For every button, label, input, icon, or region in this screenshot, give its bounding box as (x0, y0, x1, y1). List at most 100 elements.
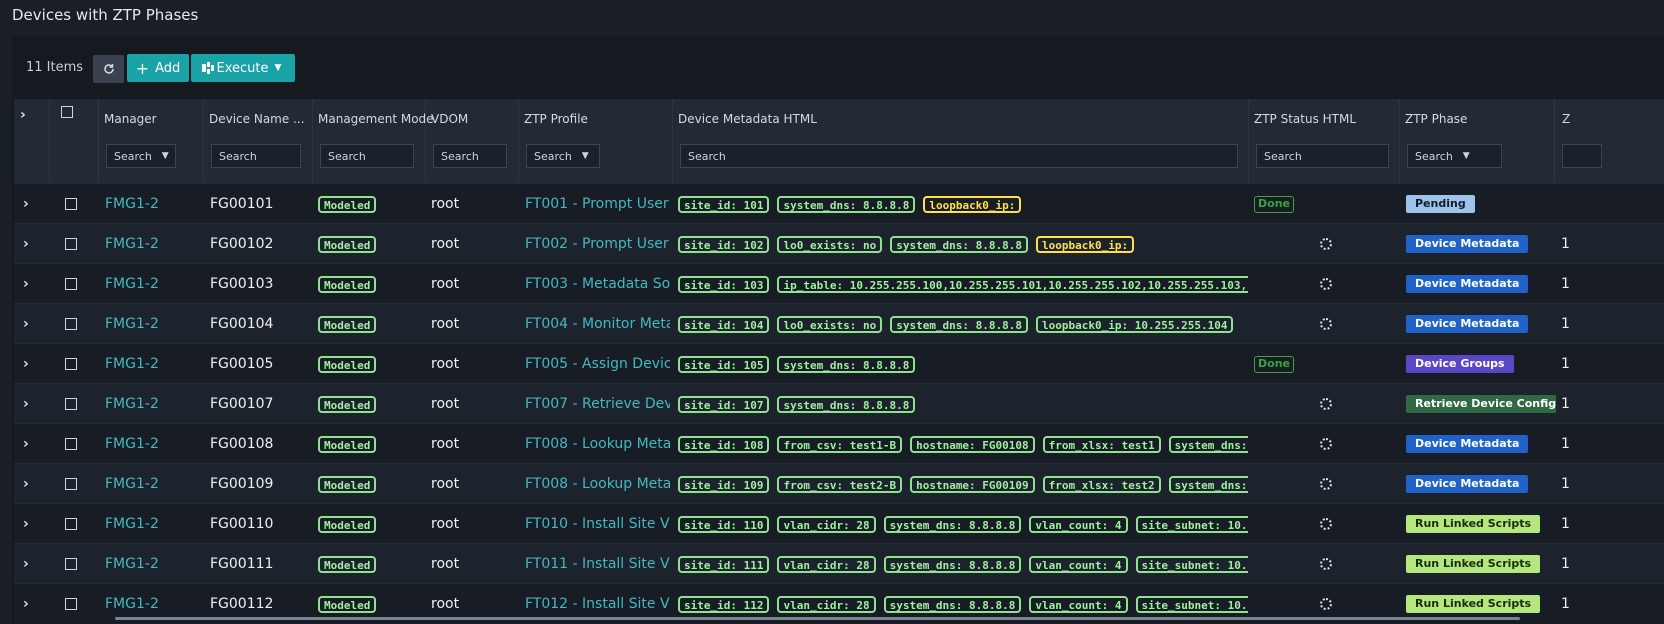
column-search-input[interactable]: Search (211, 144, 301, 168)
row-select[interactable] (65, 504, 85, 544)
vdom-cell: root (431, 464, 511, 504)
row-select[interactable] (65, 224, 85, 264)
execute-button[interactable]: Execute ▼ (191, 54, 295, 82)
row-checkbox[interactable] (65, 238, 77, 250)
row-select[interactable] (65, 264, 85, 304)
add-button[interactable]: + Add (127, 54, 189, 82)
chevron-right-icon: › (23, 236, 29, 252)
row-checkbox[interactable] (65, 518, 77, 530)
device-name-cell: FG00108 (210, 424, 310, 464)
ztp-profile-link[interactable]: FT003 - Metadata Source (525, 276, 670, 292)
row-expand-toggle[interactable]: › (23, 344, 43, 384)
row-checkbox[interactable] (65, 358, 77, 370)
table-row[interactable]: › FMG1-2 FG00103 Modeled root FT003 - Metadat… (14, 263, 1664, 304)
row-expand-toggle[interactable]: › (23, 264, 43, 304)
chevron-right-icon[interactable]: › (20, 107, 26, 123)
ztp-profile-link[interactable]: FT002 - Prompt User for (525, 236, 670, 252)
row-checkbox[interactable] (65, 558, 77, 570)
ztp-profile-link[interactable]: FT012 - Install Site VLAN (525, 596, 670, 612)
column-search-input[interactable]: Search (320, 144, 414, 168)
manager-link[interactable]: FMG1-2 (105, 516, 159, 532)
ztp-profile-link[interactable]: FT011 - Install Site VLAN (525, 556, 670, 572)
column-label[interactable]: Manager (104, 112, 157, 126)
table-row[interactable]: › FMG1-2 FG00111 Modeled root FT011 - Install… (14, 543, 1664, 584)
column-label[interactable]: Device Metadata HTML (678, 112, 817, 126)
row-checkbox[interactable] (65, 598, 77, 610)
column-header-4: ZTP Profile Search ▼ (518, 99, 673, 183)
row-checkbox[interactable] (65, 278, 77, 290)
column-filter-dropdown[interactable]: Search ▼ (106, 144, 176, 168)
ztp-profile-link[interactable]: FT005 - Assign Device to (525, 356, 670, 372)
manager-link[interactable]: FMG1-2 (105, 276, 159, 292)
column-search-input[interactable]: Search (680, 144, 1238, 168)
column-filter-dropdown[interactable]: Search ▼ (526, 144, 600, 168)
table-row[interactable]: › FMG1-2 FG00110 Modeled root FT010 - Install… (14, 503, 1664, 544)
manager-link[interactable]: FMG1-2 (105, 196, 159, 212)
table-row[interactable]: › FMG1-2 FG00102 Modeled root FT002 - Prompt … (14, 223, 1664, 264)
row-select[interactable] (65, 424, 85, 464)
ztp-profile-link[interactable]: FT008 - Lookup Metadat (525, 436, 670, 452)
row-expand-toggle[interactable]: › (23, 544, 43, 584)
row-select[interactable] (65, 384, 85, 424)
column-label[interactable]: Device Name ... (209, 112, 305, 126)
table-row[interactable]: › FMG1-2 FG00109 Modeled root FT008 - Lookup … (14, 463, 1664, 504)
manager-link[interactable]: FMG1-2 (105, 236, 159, 252)
next-column-value: 1 (1561, 556, 1570, 572)
column-label[interactable]: Z (1562, 112, 1570, 126)
manager-link[interactable]: FMG1-2 (105, 436, 159, 452)
column-label[interactable]: Management Mode (318, 112, 434, 126)
table-row[interactable]: › FMG1-2 FG00107 Modeled root FT007 - Retriev… (14, 383, 1664, 424)
row-select[interactable] (65, 584, 85, 624)
ztp-profile-link[interactable]: FT001 - Prompt User for (525, 196, 670, 212)
row-checkbox[interactable] (65, 478, 77, 490)
refresh-button[interactable] (93, 55, 124, 83)
row-expand-toggle[interactable]: › (23, 384, 43, 424)
ztp-profile-link[interactable]: FT004 - Monitor Metafie (525, 316, 670, 332)
row-expand-toggle[interactable]: › (23, 224, 43, 264)
horizontal-scrollbar[interactable] (115, 617, 1520, 620)
row-checkbox[interactable] (65, 398, 77, 410)
row-expand-toggle[interactable]: › (23, 304, 43, 344)
row-select[interactable] (65, 304, 85, 344)
row-expand-toggle[interactable]: › (23, 184, 43, 224)
row-select[interactable] (65, 544, 85, 584)
ztp-profile-link[interactable]: FT010 - Install Site VLAN (525, 516, 670, 532)
column-label[interactable]: ZTP Status HTML (1254, 112, 1356, 126)
ztp-profile-cell: FT002 - Prompt User for (525, 224, 670, 264)
manager-link[interactable]: FMG1-2 (105, 396, 159, 412)
row-expand-toggle[interactable]: › (23, 464, 43, 504)
ztp-phase-badge: Device Metadata (1406, 315, 1529, 333)
table-row[interactable]: › FMG1-2 FG00104 Modeled root FT004 - Monitor… (14, 303, 1664, 344)
row-checkbox[interactable] (65, 438, 77, 450)
row-checkbox[interactable] (65, 318, 77, 330)
manager-link[interactable]: FMG1-2 (105, 316, 159, 332)
row-select[interactable] (65, 344, 85, 384)
row-select[interactable] (65, 464, 85, 504)
row-expand-toggle[interactable]: › (23, 424, 43, 464)
chevron-right-icon: › (23, 276, 29, 292)
column-filter-dropdown[interactable]: Search ▼ (1407, 144, 1502, 168)
row-checkbox[interactable] (65, 198, 77, 210)
table-row[interactable]: › FMG1-2 FG00108 Modeled root FT008 - Lookup … (14, 423, 1664, 464)
column-search-input[interactable]: Search (433, 144, 507, 168)
loading-spinner-icon (1320, 518, 1332, 530)
select-all-checkbox[interactable] (61, 106, 73, 118)
ztp-profile-link[interactable]: FT007 - Retrieve Device (525, 396, 670, 412)
column-search-input[interactable] (1562, 144, 1602, 168)
row-expand-toggle[interactable]: › (23, 584, 43, 624)
ztp-profile-link[interactable]: FT008 - Lookup Metadat (525, 476, 670, 492)
vdom-value: root (431, 516, 460, 532)
column-search-input[interactable]: Search (1256, 144, 1389, 168)
manager-link[interactable]: FMG1-2 (105, 356, 159, 372)
table-row[interactable]: › FMG1-2 FG00101 Modeled root FT001 - Prompt … (14, 183, 1664, 224)
manager-link[interactable]: FMG1-2 (105, 476, 159, 492)
manager-link[interactable]: FMG1-2 (105, 596, 159, 612)
row-select[interactable] (65, 184, 85, 224)
column-label[interactable]: ZTP Profile (524, 112, 588, 126)
row-expand-toggle[interactable]: › (23, 504, 43, 544)
metadata-tag: site_id: 110 (678, 515, 770, 533)
table-row[interactable]: › FMG1-2 FG00105 Modeled root FT005 - Assign … (14, 343, 1664, 384)
column-label[interactable]: ZTP Phase (1405, 112, 1467, 126)
column-label[interactable]: VDOM (431, 112, 468, 126)
manager-link[interactable]: FMG1-2 (105, 556, 159, 572)
